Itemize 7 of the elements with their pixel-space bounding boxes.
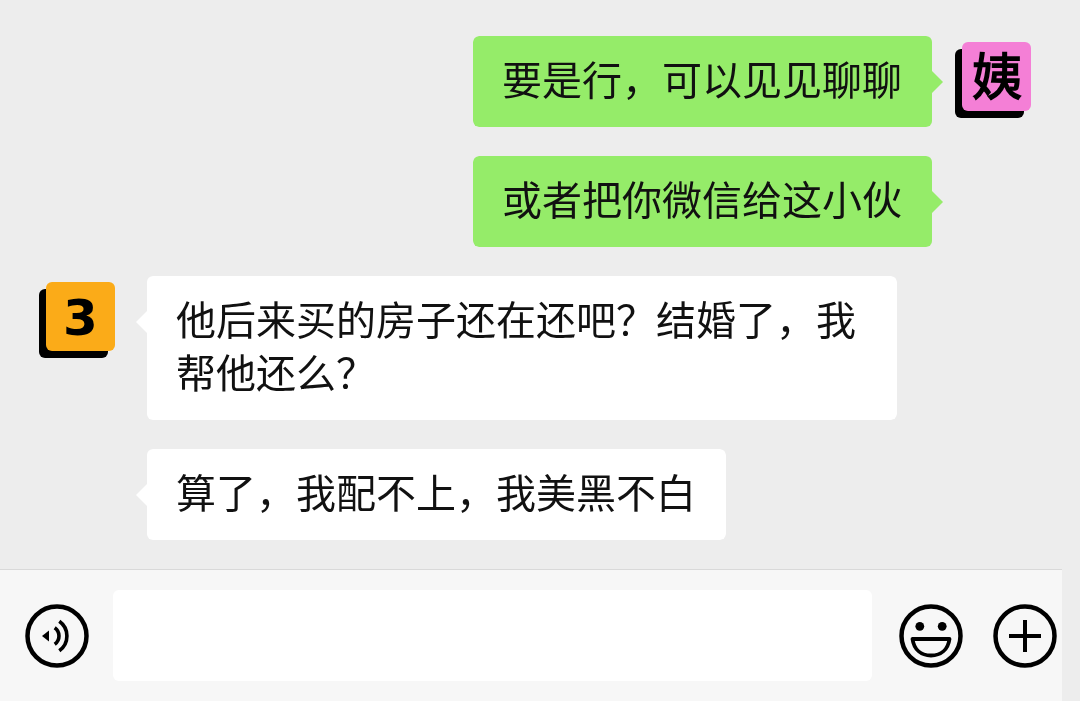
chat-message: 或者把你微信给这小伙 (473, 156, 943, 247)
plus-icon[interactable] (993, 603, 1057, 668)
chat-message: 要是行，可以见见聊聊 (473, 36, 943, 127)
chat-message: 他后来买的房子还在还吧？结婚了，我帮他还么？ (136, 276, 897, 420)
chat-message: 算了，我配不上，我美黑不白 (136, 449, 726, 540)
smiley-icon[interactable] (899, 603, 963, 668)
sound-wave-icon[interactable] (25, 603, 89, 668)
